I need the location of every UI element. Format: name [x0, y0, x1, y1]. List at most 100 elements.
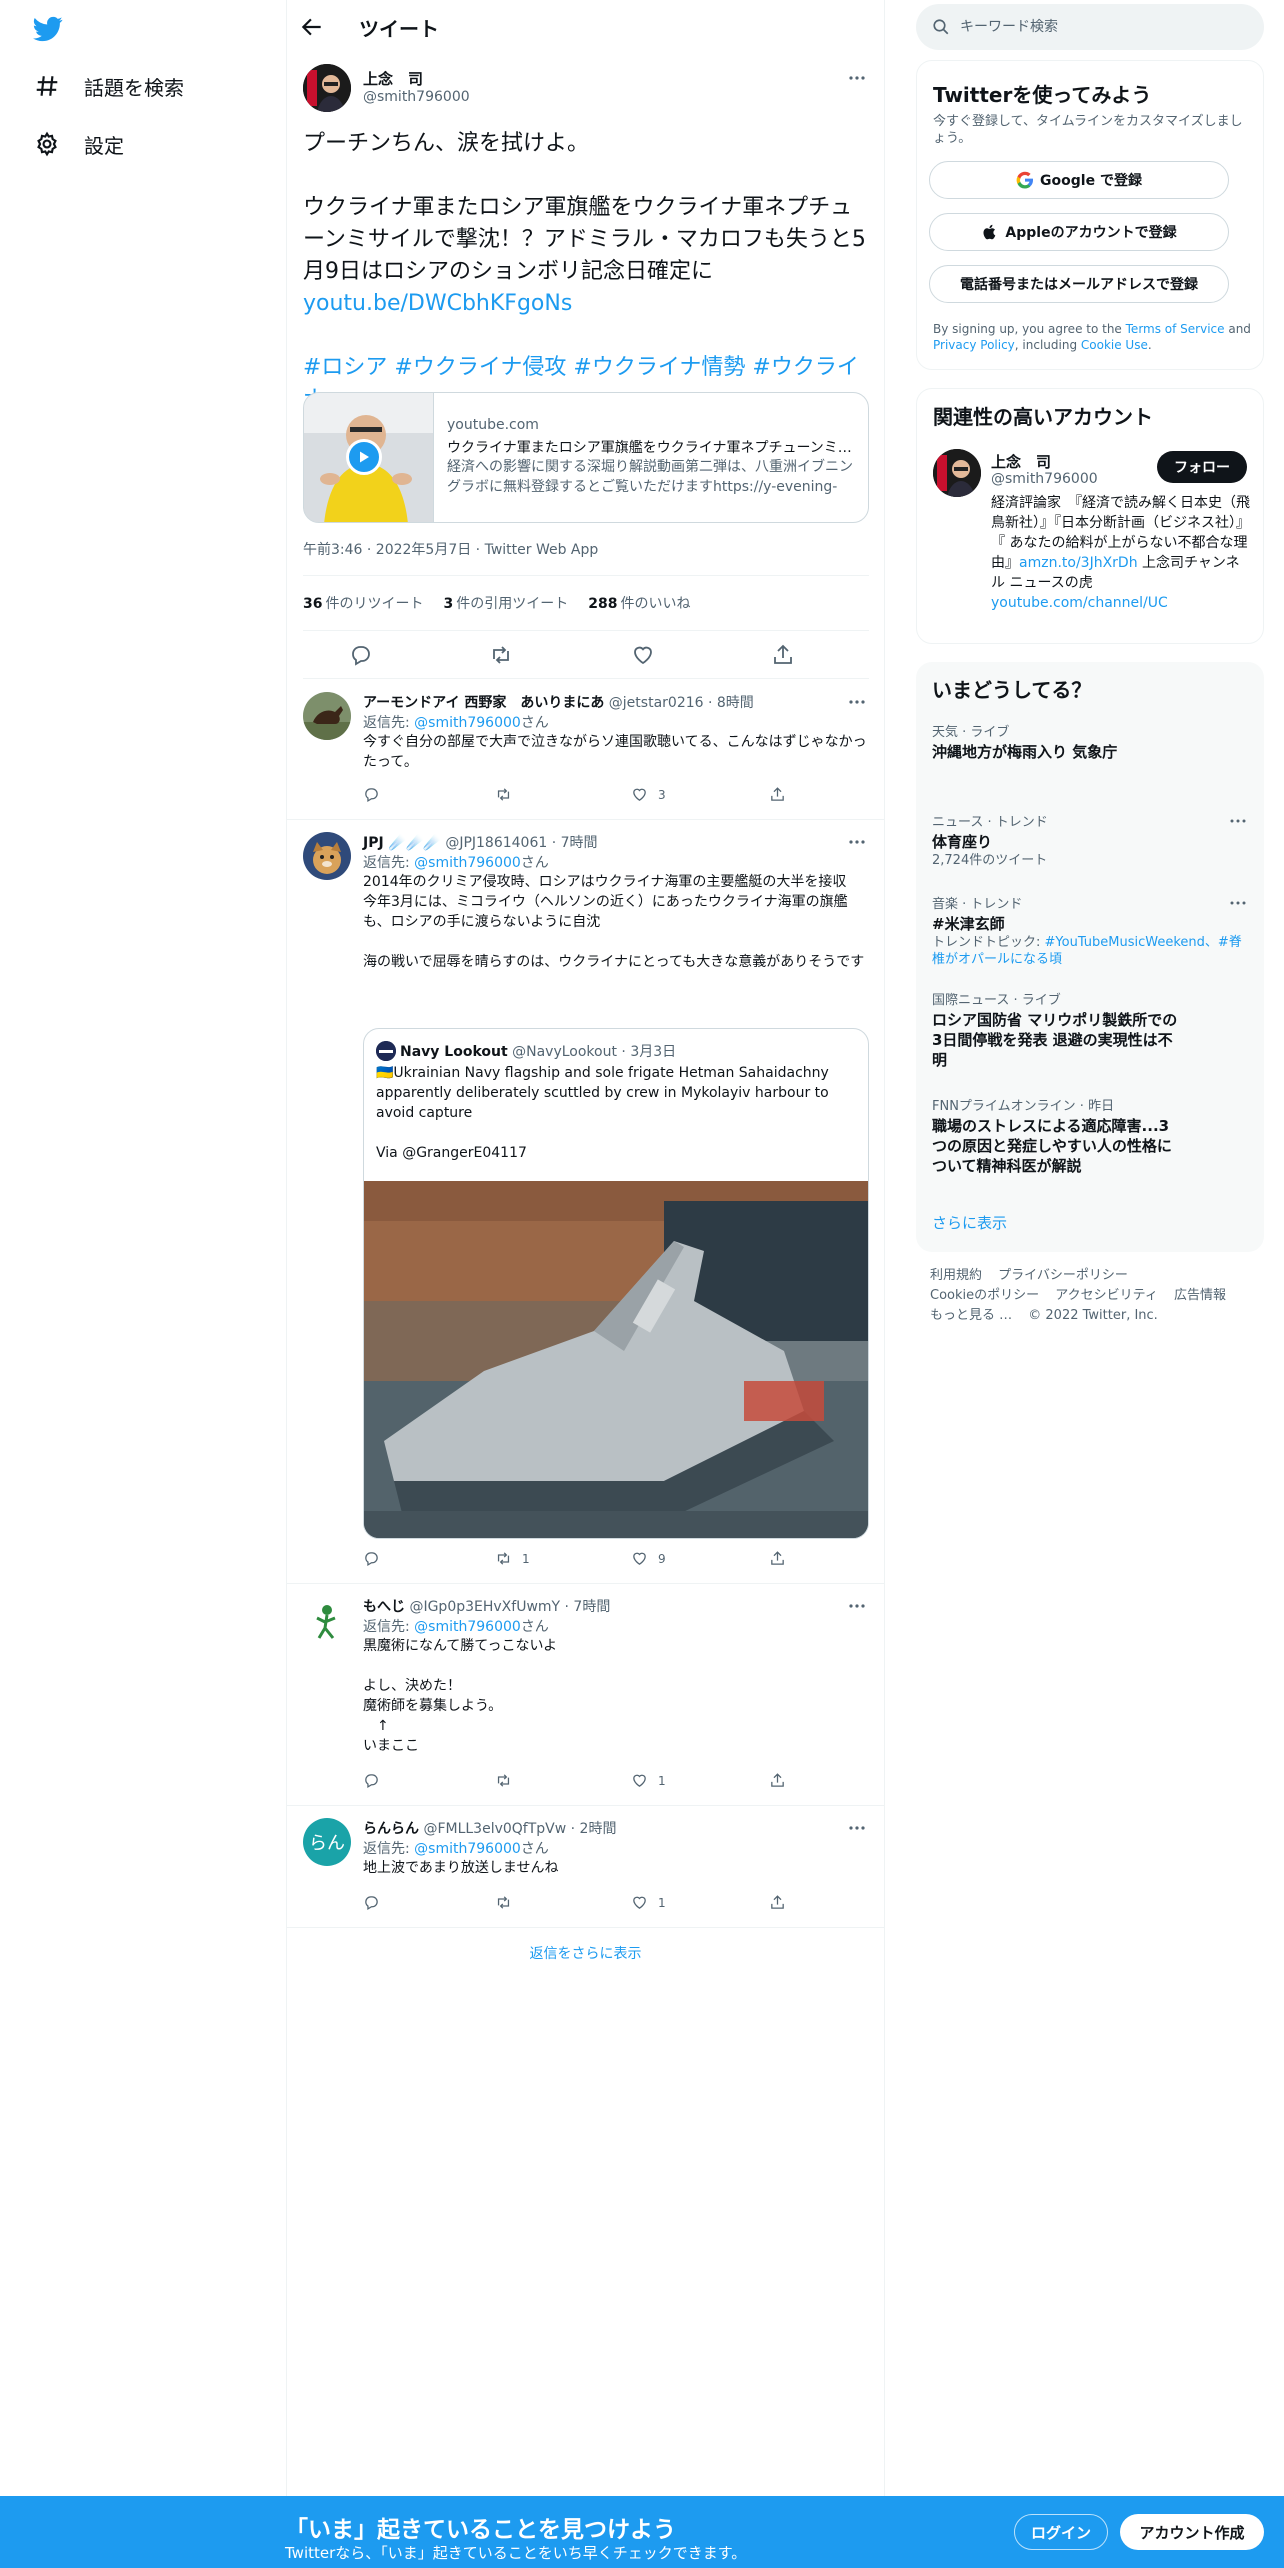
retweet-icon[interactable]: [495, 1772, 522, 1789]
cookie-link[interactable]: Cookie Use: [1081, 338, 1148, 352]
reply-avatar[interactable]: [303, 832, 351, 880]
share-icon[interactable]: [769, 1550, 786, 1567]
related-name[interactable]: 上念 司: [991, 451, 1051, 472]
trend-item[interactable]: ニュース · トレンド 体育座り 2,724件のツイート: [932, 814, 1248, 869]
trend-item[interactable]: 国際ニュース · ライブ ロシア国防省 マリウポリ製鉄所での3日間停戦を発表 退…: [932, 992, 1248, 1070]
nav-explore[interactable]: 話題を検索: [34, 66, 184, 106]
more-options-icon[interactable]: [846, 1598, 868, 1614]
phone-email-signup-button[interactable]: 電話番号またはメールアドレスで登録: [929, 265, 1229, 303]
trend-item[interactable]: FNNプライムオンライン · 昨日 職場のストレスによる適応障害...3つの原因…: [932, 1098, 1248, 1176]
related-bio: 経済評論家 『経済で読み解く日本史（飛鳥新社）』『日本分断計画（ビジネス社）』『…: [991, 495, 1250, 611]
trend-item[interactable]: 音楽 · トレンド #米津玄師 トレンドトピック: #YouTubeMusicW…: [932, 896, 1248, 968]
reply-author-name[interactable]: らんらん: [363, 1821, 419, 1837]
reply-to-mention[interactable]: @smith796000: [414, 1619, 521, 1635]
reply-to-mention[interactable]: @smith796000: [414, 855, 521, 871]
quoted-author-name: Navy Lookout: [400, 1044, 508, 1060]
terms-link[interactable]: Terms of Service: [1126, 322, 1225, 336]
footer-link[interactable]: プライバシーポリシー: [998, 1268, 1128, 1283]
more-options-icon[interactable]: [846, 834, 868, 850]
quoted-photo[interactable]: [364, 1181, 868, 1538]
nav-settings[interactable]: 設定: [34, 124, 124, 164]
more-options-icon[interactable]: [1228, 896, 1248, 910]
like-icon[interactable]: 1: [631, 1894, 666, 1911]
share-icon[interactable]: [769, 1772, 786, 1789]
author-handle[interactable]: @smith796000: [363, 89, 470, 105]
reply-header: アーモンドアイ 西野家 あいりまにあ @jetstar0216 · 8時間: [363, 692, 754, 712]
reply-icon[interactable]: [349, 643, 373, 667]
reply-author-handle[interactable]: @IGp0p3EHvXfUwmY · 7時間: [409, 1599, 610, 1615]
reply-author-name[interactable]: もへじ: [363, 1599, 405, 1615]
reply-icon[interactable]: [363, 1772, 380, 1789]
like-icon[interactable]: [631, 643, 655, 667]
more-options-icon[interactable]: [846, 694, 868, 710]
reply-author-handle[interactable]: @JPJ18614061 · 7時間: [445, 835, 597, 851]
footer-link[interactable]: 広告情報: [1174, 1288, 1226, 1303]
related-avatar[interactable]: [933, 449, 981, 497]
reply-tweet[interactable]: アーモンドアイ 西野家 あいりまにあ @jetstar0216 · 8時間 返信…: [287, 680, 884, 820]
author-name[interactable]: 上念 司: [363, 68, 423, 89]
login-button[interactable]: ログイン: [1014, 2514, 1108, 2550]
like-icon[interactable]: 3: [631, 786, 666, 803]
twitter-logo-icon[interactable]: [32, 14, 64, 44]
reply-avatar[interactable]: [303, 692, 351, 740]
reply-tweet[interactable]: もへじ @IGp0p3EHvXfUwmY · 7時間 返信先: @smith79…: [287, 1584, 884, 1806]
follow-button[interactable]: フォロー: [1157, 451, 1247, 483]
reply-avatar[interactable]: らん: [303, 1818, 351, 1866]
reply-icon[interactable]: [363, 1894, 380, 1911]
show-more-replies-link[interactable]: 返信をさらに表示: [287, 1928, 884, 1978]
reply-to-mention[interactable]: @smith796000: [414, 715, 521, 731]
quote-count[interactable]: 3 件の引用ツイート: [443, 593, 568, 613]
google-signup-button[interactable]: Google で登録: [929, 161, 1229, 199]
author-avatar[interactable]: [303, 64, 351, 112]
quoted-tweet[interactable]: Navy Lookout @NavyLookout · 3月3日 🇺🇦Ukrai…: [363, 1028, 869, 1539]
retweet-icon[interactable]: [495, 786, 522, 803]
trend-item[interactable]: 天気 · ライブ 沖縄地方が梅雨入り 気象庁: [932, 724, 1248, 762]
more-options-icon[interactable]: [1228, 814, 1248, 828]
reply-tweet[interactable]: らん らんらん @FMLL3elv0QfTpVw · 2時間 返信先: @smi…: [287, 1806, 884, 1928]
related-accounts-panel: 関連性の高いアカウント 上念 司 @smith796000 フォロー 経済評論家…: [916, 388, 1264, 644]
play-icon[interactable]: [346, 439, 382, 475]
link-card[interactable]: youtube.com ウクライナ軍またロシア軍旗艦をウクライナ軍ネプチューンミ…: [303, 392, 869, 523]
like-count[interactable]: 288 件のいいね: [588, 593, 690, 613]
page-title: ツイート: [359, 17, 439, 41]
reply-header: JPJ ☄️☄️☄️ @JPJ18614061 · 7時間: [363, 832, 598, 852]
back-arrow-icon[interactable]: [299, 14, 325, 40]
tweet-timestamp[interactable]: 午前3:46 · 2022年5月7日 · Twitter Web App: [303, 539, 598, 559]
share-icon[interactable]: [769, 786, 786, 803]
retweet-icon[interactable]: 1: [495, 1550, 530, 1567]
card-domain: youtube.com: [447, 417, 539, 433]
footer-link[interactable]: 利用規約: [930, 1268, 982, 1283]
retweet-count[interactable]: 36 件のリツイート: [303, 593, 423, 613]
reply-author-name[interactable]: JPJ ☄️☄️☄️: [363, 835, 441, 851]
show-more-trends-link[interactable]: さらに表示: [932, 1212, 1007, 1233]
privacy-link[interactable]: Privacy Policy: [933, 338, 1015, 352]
reply-icon[interactable]: [363, 1550, 380, 1567]
phone-email-signup-label: 電話番号またはメールアドレスで登録: [960, 277, 1198, 293]
more-options-icon[interactable]: [846, 1820, 868, 1836]
reply-to-mention[interactable]: @smith796000: [414, 1841, 521, 1857]
reply-avatar[interactable]: [303, 1596, 351, 1644]
retweet-icon[interactable]: [489, 643, 513, 667]
share-icon[interactable]: [769, 1894, 786, 1911]
share-icon[interactable]: [771, 643, 795, 667]
more-options-icon[interactable]: [846, 70, 868, 86]
like-icon[interactable]: 1: [631, 1772, 666, 1789]
bio-link-youtube[interactable]: youtube.com/channel/UC: [991, 595, 1168, 611]
footer-link[interactable]: もっと見る …: [930, 1308, 1012, 1323]
tweet-link[interactable]: youtu.be/DWCbhKFgoNs: [303, 288, 869, 320]
signup-button[interactable]: アカウント作成: [1120, 2514, 1264, 2550]
retweet-icon[interactable]: [495, 1894, 522, 1911]
reply-author-handle[interactable]: @jetstar0216 · 8時間: [609, 695, 754, 711]
like-icon[interactable]: 9: [631, 1550, 666, 1567]
trend-meta: 国際ニュース · ライブ: [932, 993, 1061, 1008]
reply-icon[interactable]: [363, 786, 380, 803]
footer-link[interactable]: アクセシビリティ: [1055, 1288, 1158, 1303]
footer-link[interactable]: Cookieのポリシー: [930, 1288, 1039, 1303]
reply-author-handle[interactable]: @FMLL3elv0QfTpVw · 2時間: [423, 1821, 616, 1837]
apple-signup-button[interactable]: Appleのアカウントで登録: [929, 213, 1229, 251]
related-handle[interactable]: @smith796000: [991, 471, 1098, 487]
reply-author-name[interactable]: アーモンドアイ 西野家 あいりまにあ: [363, 695, 604, 711]
bio-link-amazon[interactable]: amzn.to/3JhXrDh: [1019, 555, 1138, 571]
search-input[interactable]: [960, 4, 1250, 50]
trend-title: 職場のストレスによる適応障害...3つの原因と発症しやすい人の性格について精神科…: [932, 1117, 1172, 1175]
